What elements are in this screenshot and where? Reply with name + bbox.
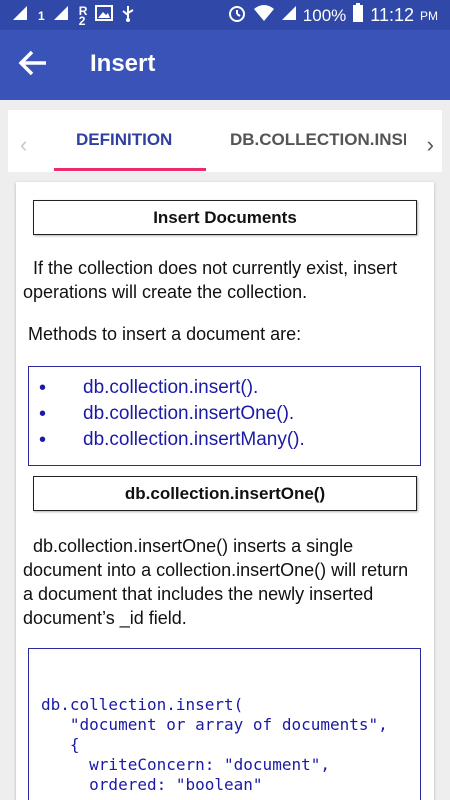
list-item: • db.collection.insertMany(). bbox=[33, 427, 420, 453]
wifi-icon bbox=[253, 4, 275, 27]
tab-definition[interactable]: DEFINITION bbox=[76, 130, 172, 150]
bullet-icon: • bbox=[39, 402, 47, 425]
chevron-right-icon[interactable]: › bbox=[427, 132, 434, 158]
paragraph-collection-note: If the collection does not currently exi… bbox=[23, 258, 398, 302]
usb-icon bbox=[121, 4, 135, 27]
tab-bar: ‹ DEFINITION DB.COLLECTION.INSE › bbox=[0, 100, 450, 176]
signal-icon bbox=[12, 5, 30, 26]
sim-label-1: 1 bbox=[38, 8, 45, 23]
bullet-icon: • bbox=[39, 376, 47, 399]
method-label: db.collection.insertMany(). bbox=[83, 429, 305, 450]
status-bar: 1 R 2 100% 11:12 PM bbox=[0, 0, 450, 30]
paragraph-insertone-desc: db.collection.insertOne() inserts a sing… bbox=[23, 536, 409, 628]
heading-insert-documents: Insert Documents bbox=[33, 200, 417, 235]
paragraph-methods-intro: Methods to insert a document are: bbox=[28, 324, 302, 344]
cell-signal-icon bbox=[281, 5, 297, 26]
content-card: Insert Documents If the collection does … bbox=[16, 182, 434, 800]
code-block: db.collection.insert( "document or array… bbox=[28, 648, 421, 800]
battery-icon bbox=[352, 3, 364, 28]
status-bar-left: 1 R 2 bbox=[12, 4, 135, 27]
clock-ampm: PM bbox=[420, 8, 438, 23]
page-title: Insert bbox=[90, 50, 156, 77]
alarm-icon bbox=[227, 3, 247, 28]
bullet-icon: • bbox=[39, 428, 47, 451]
arrow-left-icon bbox=[18, 50, 48, 81]
clock-time: 11:12 bbox=[370, 5, 414, 25]
method-label: db.collection.insert(). bbox=[83, 377, 259, 398]
method-label: db.collection.insertOne(). bbox=[83, 403, 295, 424]
tab-indicator bbox=[54, 168, 206, 171]
image-icon bbox=[95, 5, 114, 26]
tab-db-collection-insert[interactable]: DB.COLLECTION.INSE bbox=[230, 130, 406, 150]
battery-percent: 100% bbox=[302, 5, 347, 25]
signal-icon-2 bbox=[53, 5, 71, 26]
tab-strip: ‹ DEFINITION DB.COLLECTION.INSE › bbox=[8, 110, 442, 172]
sim-indicator: 1 bbox=[38, 8, 45, 23]
methods-list: • db.collection.insert(). • db.collectio… bbox=[28, 366, 421, 466]
sim-indicator-2: R 2 bbox=[78, 5, 88, 28]
app-bar: Insert bbox=[0, 30, 450, 100]
chevron-left-icon[interactable]: ‹ bbox=[20, 132, 27, 158]
status-bar-right: 100% 11:12 PM bbox=[227, 3, 438, 28]
back-button[interactable] bbox=[16, 49, 50, 81]
list-item: • db.collection.insert(). bbox=[33, 375, 420, 401]
list-item: • db.collection.insertOne(). bbox=[33, 401, 420, 427]
heading-insertone: db.collection.insertOne() bbox=[33, 476, 417, 511]
sim-label-2: 2 bbox=[78, 13, 86, 28]
